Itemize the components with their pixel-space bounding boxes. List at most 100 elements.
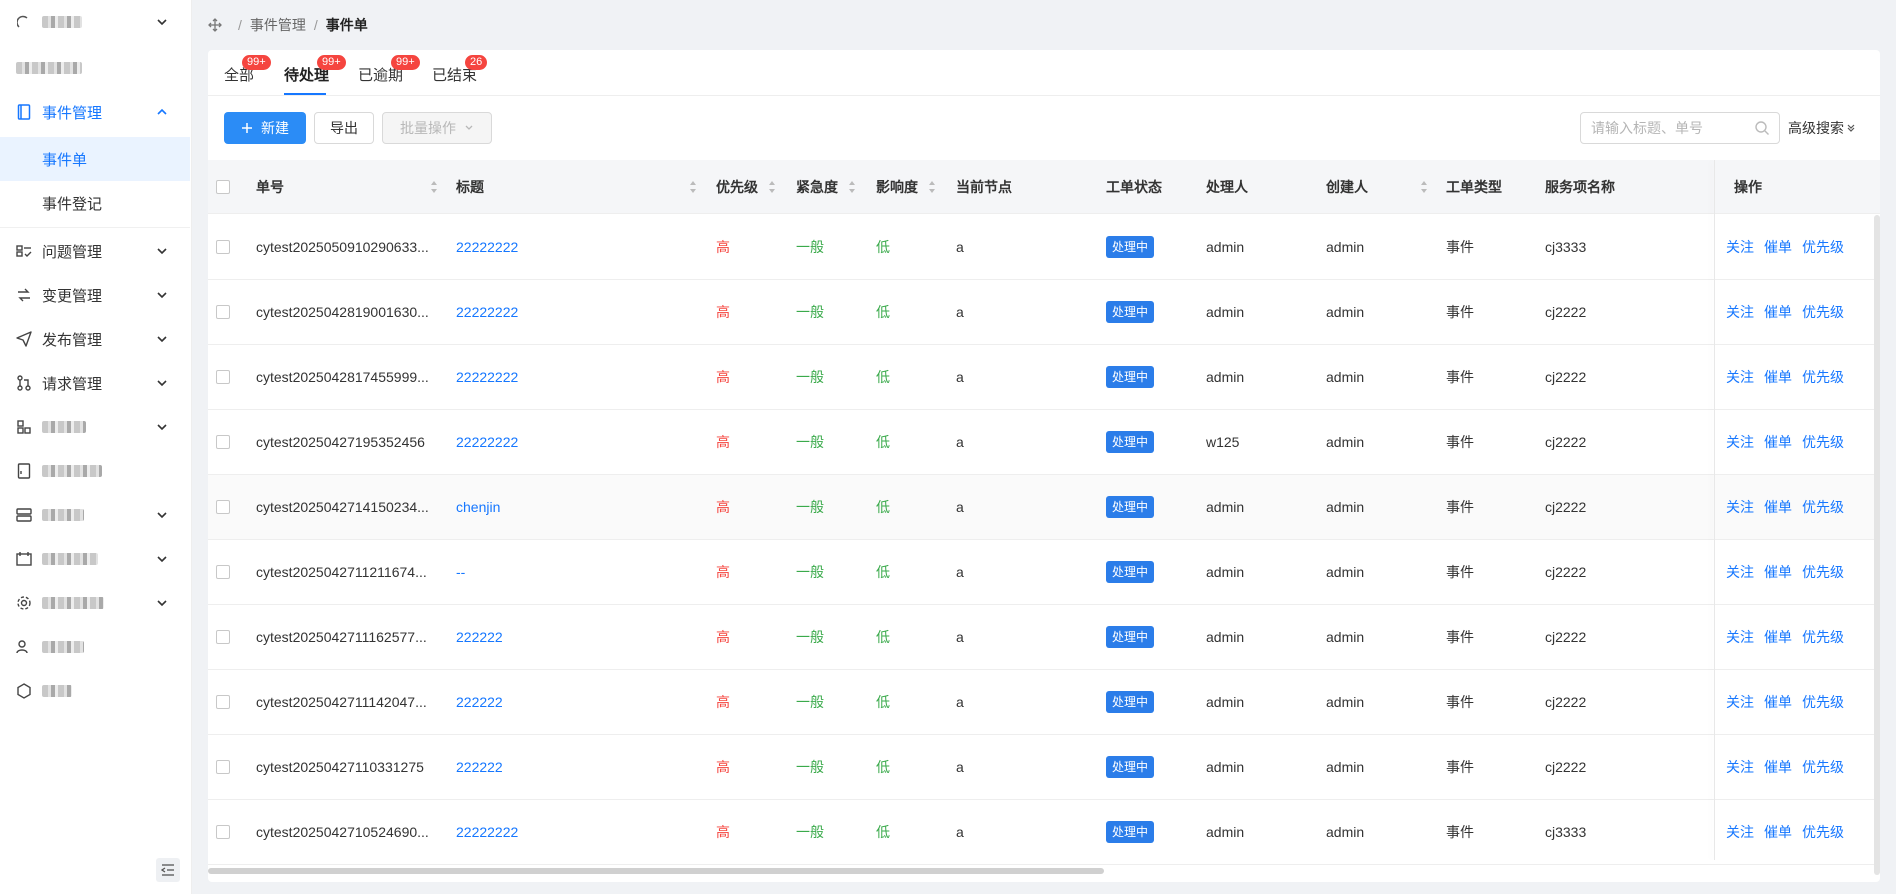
tab-all[interactable]: 全部 99+ xyxy=(224,55,271,94)
urge-action-link[interactable]: 催单 xyxy=(1764,497,1792,517)
priority-action-link[interactable]: 优先级 xyxy=(1802,692,1844,712)
cell-title-link[interactable]: 222222 xyxy=(456,629,503,645)
cell-title-link[interactable]: chenjin xyxy=(456,499,500,515)
sidebar-item-12[interactable] xyxy=(0,627,190,667)
sidebar-item-problem-management[interactable]: 问题管理 xyxy=(0,231,190,271)
table-row[interactable]: cytest2025042714150234... chenjin 高 一般 低 a 处理中… xyxy=(208,475,1880,540)
col-header-impact[interactable]: 影响度 xyxy=(876,160,918,214)
priority-action-link[interactable]: 优先级 xyxy=(1802,627,1844,647)
horizontal-scrollbar[interactable] xyxy=(208,866,1880,876)
sort-icon[interactable] xyxy=(430,180,438,194)
follow-action-link[interactable]: 关注 xyxy=(1726,302,1754,322)
table-row[interactable]: cytest20250427195352456 22222222 高 一般 低 a 处理中 w… xyxy=(208,410,1880,475)
collapse-sidebar-button[interactable] xyxy=(156,858,180,882)
vertical-scrollbar[interactable] xyxy=(1874,215,1880,875)
select-all-checkbox[interactable] xyxy=(216,180,230,194)
urge-action-link[interactable]: 催单 xyxy=(1764,432,1792,452)
cell-title-link[interactable]: 22222222 xyxy=(456,824,518,840)
col-header-creator[interactable]: 创建人 xyxy=(1326,160,1368,214)
row-checkbox[interactable] xyxy=(216,825,230,839)
urge-action-link[interactable]: 催单 xyxy=(1764,562,1792,582)
sidebar-item-13[interactable] xyxy=(0,671,190,711)
sidebar-subitem-incident-register[interactable]: 事件登记 xyxy=(0,181,190,225)
table-row[interactable]: cytest20250427110331275 222222 高 一般 低 a 处理中 adm… xyxy=(208,735,1880,800)
urge-action-link[interactable]: 催单 xyxy=(1764,367,1792,387)
sidebar-item-change-management[interactable]: 变更管理 xyxy=(0,275,190,315)
advanced-search-toggle[interactable]: 高级搜索 xyxy=(1788,118,1856,138)
table-row[interactable]: cytest2025042711142047... 222222 高 一般 低 a 处理中 a… xyxy=(208,670,1880,735)
priority-action-link[interactable]: 优先级 xyxy=(1802,822,1844,842)
follow-action-link[interactable]: 关注 xyxy=(1726,562,1754,582)
row-checkbox[interactable] xyxy=(216,435,230,449)
batch-actions-dropdown[interactable]: 批量操作 xyxy=(382,112,492,144)
sidebar-item-10[interactable] xyxy=(0,539,190,579)
follow-action-link[interactable]: 关注 xyxy=(1726,497,1754,517)
follow-action-link[interactable]: 关注 xyxy=(1726,432,1754,452)
priority-action-link[interactable]: 优先级 xyxy=(1802,757,1844,777)
table-row[interactable]: cytest2025042710524690... 22222222 高 一般 低 a 处理… xyxy=(208,800,1880,865)
priority-action-link[interactable]: 优先级 xyxy=(1802,237,1844,257)
follow-action-link[interactable]: 关注 xyxy=(1726,822,1754,842)
cell-title-link[interactable]: 222222 xyxy=(456,759,503,775)
cell-title-link[interactable]: 22222222 xyxy=(456,369,518,385)
scrollbar-thumb[interactable] xyxy=(208,868,1104,874)
urge-action-link[interactable]: 催单 xyxy=(1764,692,1792,712)
move-icon[interactable] xyxy=(208,18,222,32)
scrollbar-thumb[interactable] xyxy=(1874,215,1880,875)
follow-action-link[interactable]: 关注 xyxy=(1726,692,1754,712)
sidebar-item-request-management[interactable]: 请求管理 xyxy=(0,363,190,403)
sidebar-item-8[interactable] xyxy=(0,451,190,491)
breadcrumb-item-incident-management[interactable]: 事件管理 xyxy=(250,15,306,35)
urge-action-link[interactable]: 催单 xyxy=(1764,757,1792,777)
priority-action-link[interactable]: 优先级 xyxy=(1802,432,1844,452)
row-checkbox[interactable] xyxy=(216,565,230,579)
sort-icon[interactable] xyxy=(1420,180,1428,194)
sidebar-subitem-incident-ticket[interactable]: 事件单 xyxy=(0,137,190,181)
tab-overdue[interactable]: 已逾期 99+ xyxy=(358,55,420,94)
table-row[interactable]: cytest2025050910290633... 22222222 高 一般 低 a 处理… xyxy=(208,215,1880,280)
table-row[interactable]: cytest2025042817455999... 22222222 高 一般 低 a 处理… xyxy=(208,345,1880,410)
row-checkbox[interactable] xyxy=(216,760,230,774)
sidebar-item-release-management[interactable]: 发布管理 xyxy=(0,319,190,359)
urge-action-link[interactable]: 催单 xyxy=(1764,237,1792,257)
table-row[interactable]: cytest2025042711211674... -- 高 一般 低 a 处理中 admin… xyxy=(208,540,1880,605)
priority-action-link[interactable]: 优先级 xyxy=(1802,302,1844,322)
urge-action-link[interactable]: 催单 xyxy=(1764,822,1792,842)
col-header-ticket-no[interactable]: 单号 xyxy=(256,160,284,214)
sidebar-item-incident-management[interactable]: 事件管理 xyxy=(0,92,190,132)
tab-pending[interactable]: 待处理 99+ xyxy=(284,55,346,94)
cell-title-link[interactable]: 222222 xyxy=(456,694,503,710)
row-checkbox[interactable] xyxy=(216,305,230,319)
urge-action-link[interactable]: 催单 xyxy=(1764,302,1792,322)
follow-action-link[interactable]: 关注 xyxy=(1726,627,1754,647)
sidebar-item-1[interactable] xyxy=(0,48,190,88)
sidebar-item-0[interactable] xyxy=(0,2,190,42)
sort-icon[interactable] xyxy=(928,180,936,194)
cell-title-link[interactable]: 22222222 xyxy=(456,239,518,255)
search-icon[interactable] xyxy=(1754,120,1770,136)
row-checkbox[interactable] xyxy=(216,370,230,384)
row-checkbox[interactable] xyxy=(216,240,230,254)
cell-title-link[interactable]: -- xyxy=(456,564,465,580)
sidebar-item-9[interactable] xyxy=(0,495,190,535)
sort-icon[interactable] xyxy=(768,180,776,194)
row-checkbox[interactable] xyxy=(216,500,230,514)
follow-action-link[interactable]: 关注 xyxy=(1726,237,1754,257)
follow-action-link[interactable]: 关注 xyxy=(1726,367,1754,387)
search-input[interactable] xyxy=(1580,112,1780,144)
follow-action-link[interactable]: 关注 xyxy=(1726,757,1754,777)
table-row[interactable]: cytest2025042819001630... 22222222 高 一般 低 a 处理… xyxy=(208,280,1880,345)
priority-action-link[interactable]: 优先级 xyxy=(1802,562,1844,582)
new-button[interactable]: 新建 xyxy=(224,112,306,144)
col-header-urgency[interactable]: 紧急度 xyxy=(796,160,838,214)
urge-action-link[interactable]: 催单 xyxy=(1764,627,1792,647)
tab-closed[interactable]: 已结束 26 xyxy=(432,55,488,94)
sort-icon[interactable] xyxy=(848,180,856,194)
cell-title-link[interactable]: 22222222 xyxy=(456,304,518,320)
sidebar-item-11[interactable] xyxy=(0,583,190,623)
priority-action-link[interactable]: 优先级 xyxy=(1802,497,1844,517)
col-header-title[interactable]: 标题 xyxy=(456,160,484,214)
export-button[interactable]: 导出 xyxy=(314,112,374,144)
cell-title-link[interactable]: 22222222 xyxy=(456,434,518,450)
sort-icon[interactable] xyxy=(689,180,697,194)
